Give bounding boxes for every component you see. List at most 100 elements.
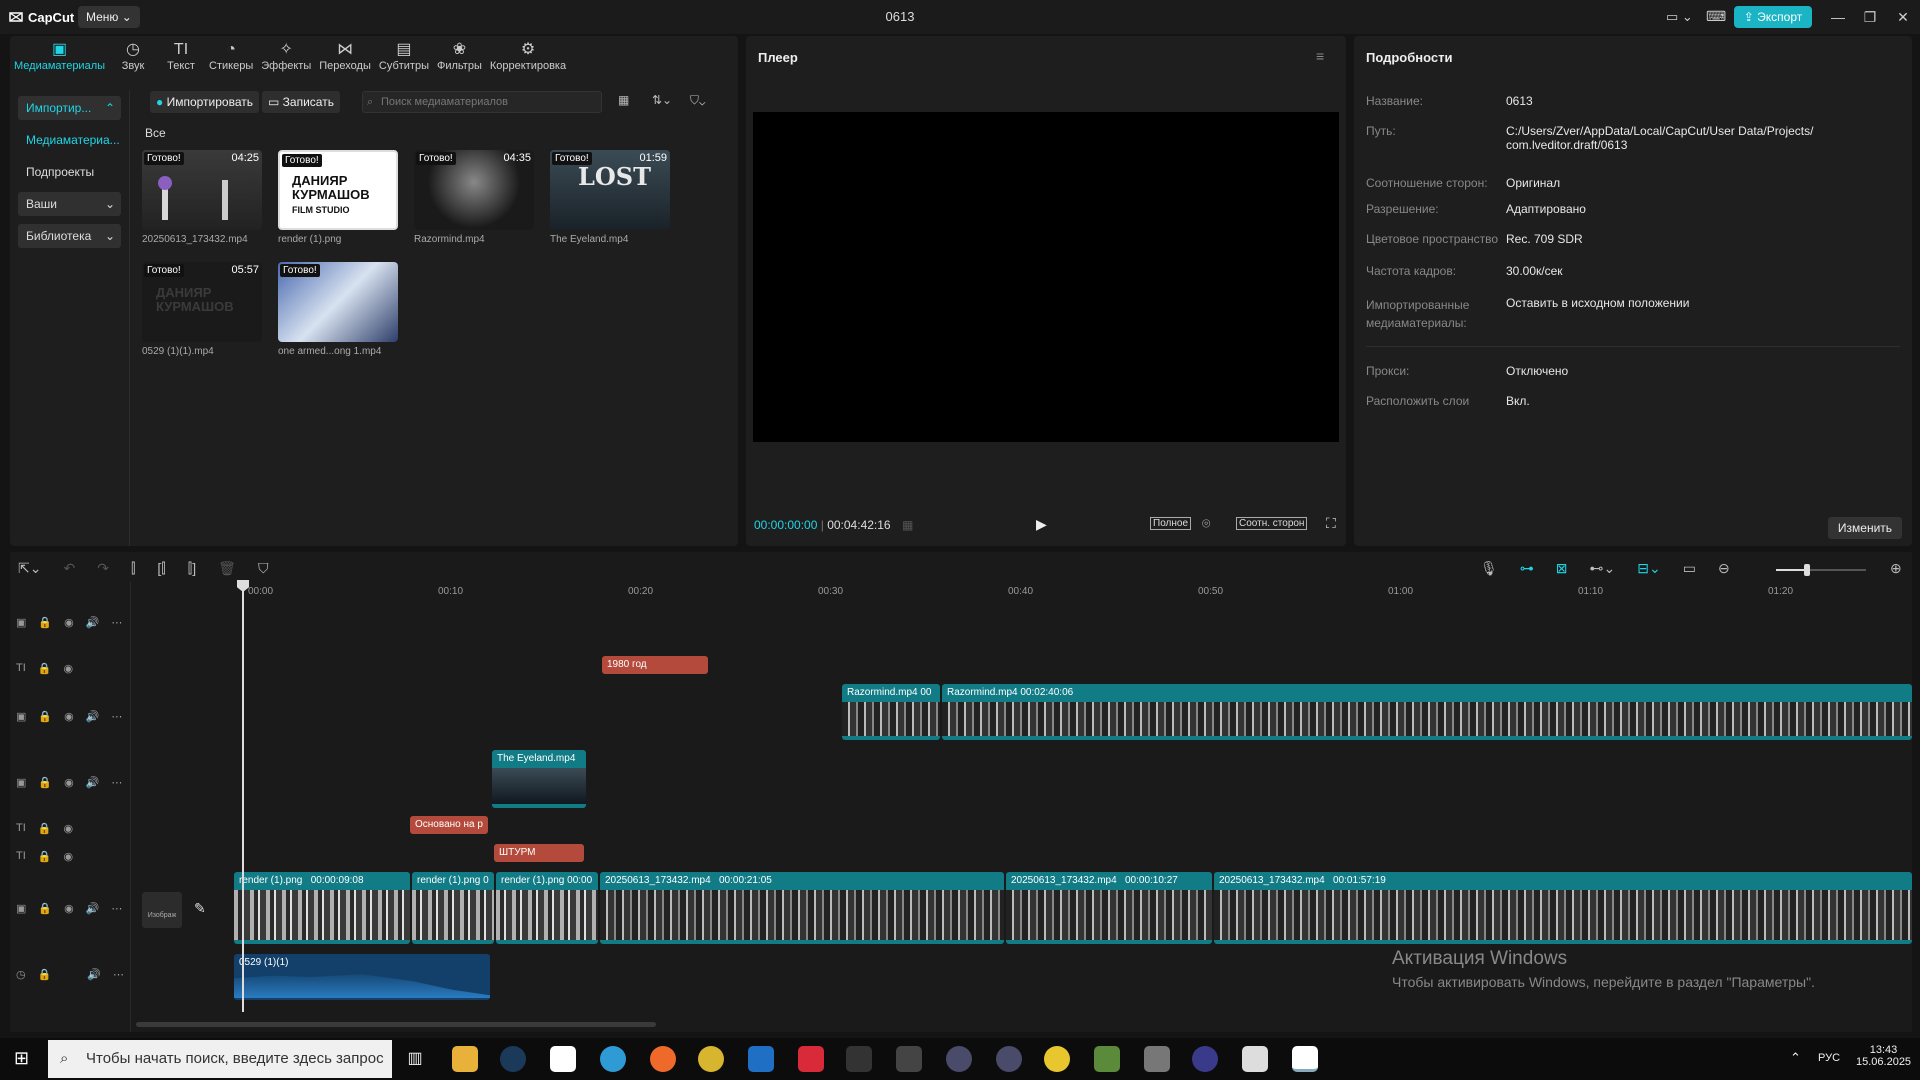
task-view-icon[interactable]: ▥ [402,1046,428,1072]
capcut-active-icon[interactable] [1292,1046,1318,1072]
pencil-icon[interactable]: ✎ [194,900,206,917]
record-button[interactable]: ▭ Записать [262,91,340,113]
playhead[interactable] [242,582,244,1012]
undo-icon[interactable]: ↶ [63,560,75,577]
taskbar-search[interactable]: ⌕ Чтобы начать поиск, введите здесь запр… [48,1040,392,1078]
close-icon[interactable]: ✕ [1893,8,1913,26]
game-icon[interactable] [996,1046,1022,1072]
clock[interactable]: 13:43 15.06.2025 [1856,1044,1911,1068]
media-item[interactable]: Готово! 04:35 Razormind.mp4 [414,150,534,245]
app-icon[interactable] [1242,1046,1268,1072]
lock-icon[interactable]: 🔒 [38,616,52,629]
lock-icon[interactable]: 🔒 [38,710,52,723]
split-icon[interactable]: ⫿ [131,560,135,577]
export-button[interactable]: ⇪ Экспорт [1734,6,1812,28]
game-icon[interactable] [1192,1046,1218,1072]
zoom-in-icon[interactable]: ⊕ [1890,560,1902,577]
text-clip[interactable]: ШТУРМ [494,844,584,862]
video-clip[interactable]: render (1).png 00:00 [496,872,598,944]
play-icon[interactable]: ▶ [1036,516,1047,533]
language-indicator[interactable]: РУС [1818,1052,1840,1064]
search-input[interactable]: ⌕ Поиск медиаматериалов [362,91,602,113]
chevron-up-icon[interactable]: ⌃ [1790,1050,1801,1066]
redo-icon[interactable]: ↷ [97,560,109,577]
lock-icon[interactable]: 🔒 [38,850,52,863]
cover-button[interactable]: Изображ [142,892,182,928]
tab-filters[interactable]: ❀ Фильтры [433,36,486,80]
recorder-icon[interactable] [798,1046,824,1072]
eye-icon[interactable]: ◉ [63,850,73,863]
grid-view-icon[interactable]: ▦ [618,93,629,107]
windows-start-icon[interactable]: ⊞ [14,1048,29,1069]
text-clip[interactable]: Основано на р [410,816,488,834]
trim-left-icon[interactable]: [⫿ [157,560,165,577]
chrome-icon[interactable] [698,1046,724,1072]
video-clip[interactable]: render (1).png 00:00:09:08 [234,872,410,944]
media-item[interactable]: Готово! one armed...ong 1.mp4 [278,262,398,357]
shield-icon[interactable]: ⛉ [258,560,269,577]
lock-icon[interactable]: 🔒 [38,902,52,915]
more-icon[interactable]: ⋯ [111,776,122,789]
video-clip[interactable]: Razormind.mp4 00 [842,684,940,740]
eye-icon[interactable]: ◉ [64,616,74,629]
tab-text[interactable]: TI Текст [157,36,205,80]
select-tool-icon[interactable]: ⇱⌄ [18,560,41,577]
minecraft-icon[interactable] [1094,1046,1120,1072]
video-clip[interactable]: 20250613_173432.mp4 00:00:10:27 [1006,872,1212,944]
lock-icon[interactable]: 🔒 [38,822,52,835]
volume-icon[interactable]: 🔊 [86,616,100,629]
minimize-icon[interactable]: — [1828,8,1848,26]
import-button[interactable]: ● Импортировать [150,91,259,113]
more-icon[interactable]: ⋯ [111,616,122,629]
file-explorer-icon[interactable] [452,1046,478,1072]
sidebar-item-yours[interactable]: Ваши ⌄ [18,192,121,216]
tab-media[interactable]: ▣ Медиаматериалы [10,36,109,80]
text-clip[interactable]: 1980 год [602,656,708,674]
aspect-ratio-button[interactable]: Соотн. сторон [1236,517,1308,530]
more-icon[interactable]: ⋯ [113,968,124,981]
shortcuts-icon[interactable]: ⌨ [1706,8,1726,25]
microphone-icon[interactable]: 🎙 [1480,560,1498,577]
sort-icon[interactable]: ⇅⌄ [652,93,672,107]
layout-icon[interactable]: ▭ ⌄ [1666,9,1693,25]
more-icon[interactable]: ⋯ [111,710,122,723]
sidebar-item-media[interactable]: Медиаматериа... [18,128,121,152]
eye-icon[interactable]: ◉ [63,662,73,675]
volume-icon[interactable]: 🔊 [86,710,100,723]
chain-icon[interactable]: ⊷⌄ [1590,560,1616,577]
app-icon[interactable] [1144,1046,1170,1072]
game-icon[interactable] [846,1046,872,1072]
game-icon[interactable] [896,1046,922,1072]
hamburger-icon[interactable]: ≡ [1316,48,1324,64]
more-icon[interactable]: ⋯ [111,902,122,915]
media-item[interactable]: ДАНИЯР КУРМАШОВ FILM STUDIO Готово! render… [278,150,398,245]
eye-icon[interactable]: ◉ [64,776,74,789]
game-icon[interactable] [946,1046,972,1072]
snapshot-icon[interactable]: ⌾ [1202,515,1210,532]
preview-axis-icon[interactable]: ⊟⌄ [1637,560,1660,577]
audio-clip[interactable]: 0529 (1)(1) [234,954,490,1000]
media-item[interactable]: ДАНИЯР КУРМАШОВ Готово! 05:57 0529 (1)(1)… [142,262,262,357]
eye-icon[interactable]: ◉ [63,822,73,835]
tab-audio[interactable]: ◷ Звук [109,36,157,80]
video-clip[interactable]: The Eyeland.mp4 [492,750,586,808]
media-item[interactable]: Готово! 04:25 20250613_173432.mp4 [142,150,262,245]
trim-right-icon[interactable]: ⫿] [188,560,196,577]
eye-icon[interactable]: ◉ [64,710,74,723]
video-clip[interactable]: 20250613_173432.mp4 00:00:21:05 [600,872,1004,944]
video-clip[interactable]: Razormind.mp4 00:02:40:06 [942,684,1912,740]
media-item[interactable]: LOST Готово! 01:59 The Eyeland.mp4 [550,150,670,245]
video-clip[interactable]: render (1).png 0 [412,872,494,944]
magnet-icon[interactable]: ⊠ [1556,560,1568,577]
tab-effects[interactable]: ✧ Эффекты [257,36,315,80]
horizontal-scrollbar[interactable] [136,1022,656,1027]
link-main-icon[interactable]: ⊶ [1520,560,1534,577]
timeline-grid-icon[interactable]: ▦ [902,518,913,532]
outlook-icon[interactable] [748,1046,774,1072]
lock-icon[interactable]: 🔒 [38,776,52,789]
sidebar-item-subprojects[interactable]: Подпроекты [18,160,121,184]
tab-adjust[interactable]: ⚙ Корректировка [486,36,570,80]
edit-button[interactable]: Изменить [1828,517,1902,539]
edge-icon[interactable] [600,1046,626,1072]
volume-icon[interactable]: 🔊 [86,902,100,915]
